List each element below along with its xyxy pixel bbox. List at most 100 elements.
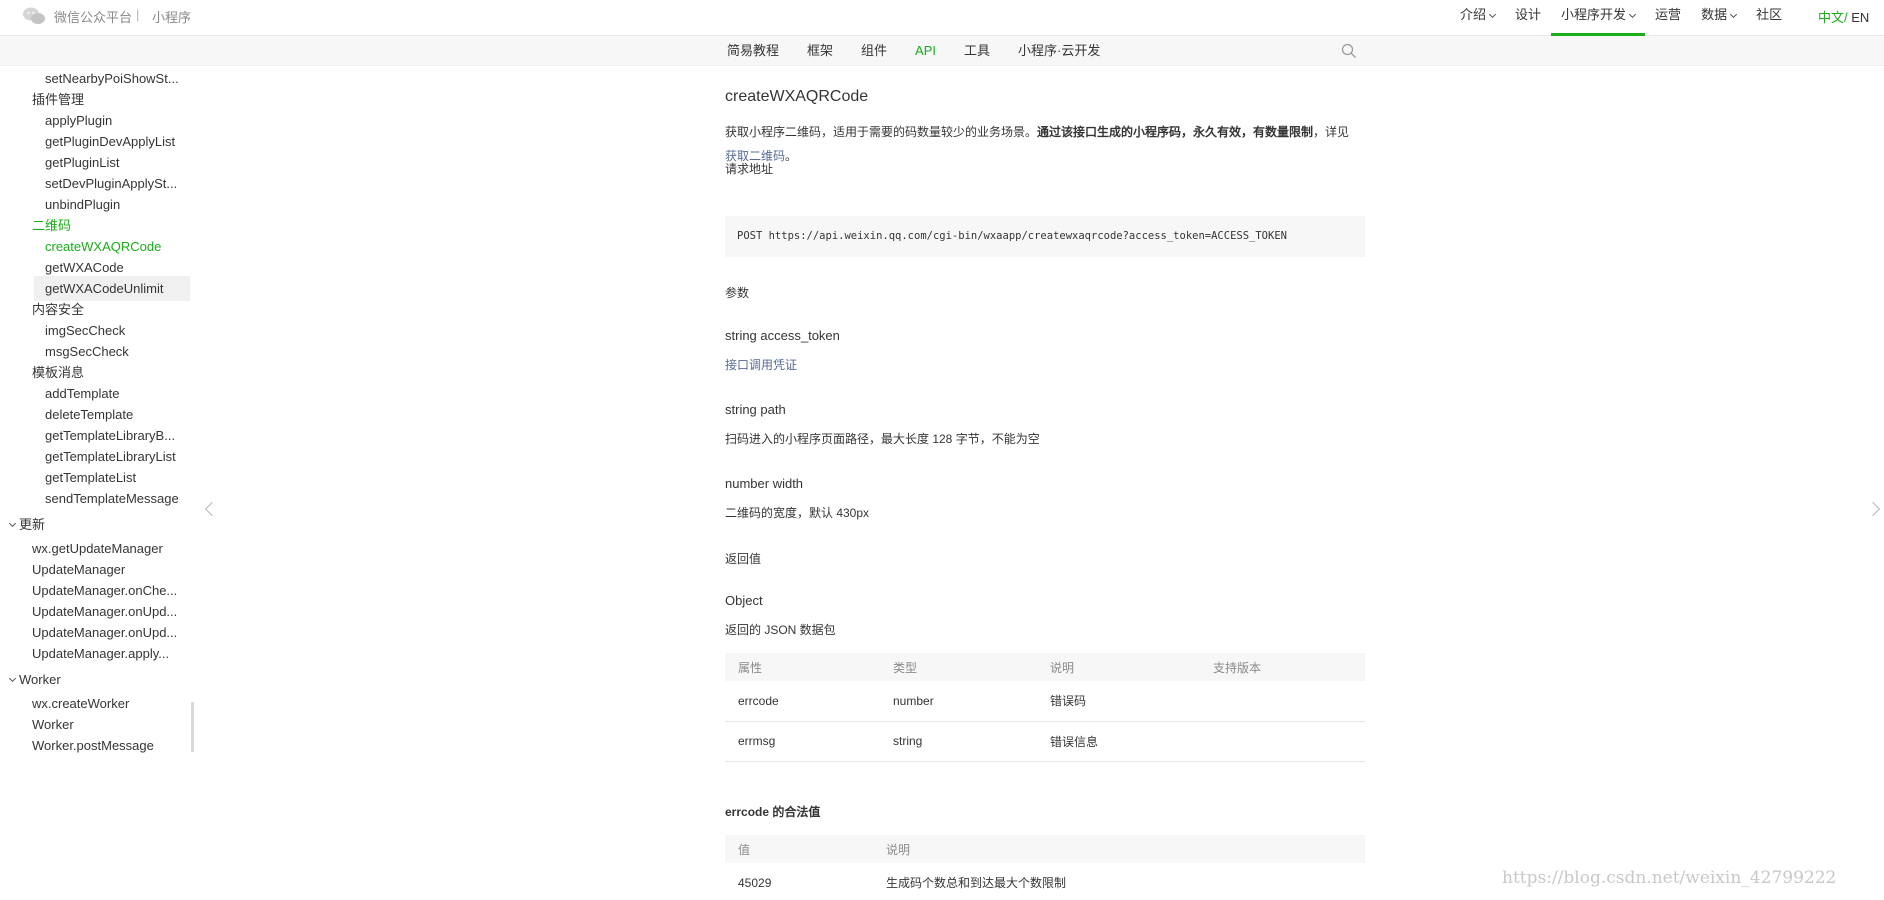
- top-nav-label: 社区: [1756, 7, 1783, 22]
- doc-tab[interactable]: 工具: [964, 36, 990, 66]
- table-header: 说明: [1037, 653, 1200, 681]
- api-sidebar: setNearbyPoiShowSt... 插件管理 applyPlugin getP…: [0, 66, 196, 900]
- search-icon[interactable]: [1341, 43, 1357, 59]
- return-label: 返回值: [725, 552, 762, 566]
- desc-text-2: ，详见: [1313, 125, 1350, 139]
- table-cell: errmsg: [725, 721, 880, 762]
- wechat-logo-icon[interactable]: [22, 6, 46, 26]
- sidebar-item-label: createWXAQRCode: [45, 239, 162, 254]
- doc-tab[interactable]: 小程序·云开发: [1018, 36, 1100, 66]
- sidebar-item-label: msgSecCheck: [45, 344, 129, 359]
- brand-separator: |: [136, 7, 140, 22]
- table-header: 说明: [873, 835, 1365, 863]
- sidebar-item[interactable]: Worker: [8, 667, 61, 692]
- top-nav-item[interactable]: 设计: [1505, 0, 1551, 36]
- sidebar-item-label: UpdateManager.onChe...: [32, 583, 178, 598]
- sidebar-item-label: 模板消息: [32, 365, 85, 380]
- sidebar-item-label: sendTemplateMessage: [45, 491, 179, 506]
- sidebar-item-label: 插件管理: [32, 92, 85, 107]
- language-switcher: 中文/ EN: [1818, 7, 1869, 26]
- table-cell: 45029: [725, 863, 873, 900]
- sidebar-item-label: getPluginList: [45, 155, 120, 170]
- sidebar-item-label: Worker: [32, 717, 74, 732]
- doc-tabs: 简易教程 框架 组件 API 工具 小程序·云开发: [727, 36, 1128, 66]
- sidebar-item-label: UpdateManager.apply...: [32, 646, 170, 661]
- brand-sub[interactable]: 小程序: [152, 7, 191, 26]
- brand-name[interactable]: 微信公众平台: [54, 7, 132, 26]
- table-row: errcode number 错误码: [725, 681, 1365, 722]
- doc-tab[interactable]: 简易教程: [727, 36, 779, 66]
- sidebar-item-label: 内容安全: [32, 302, 85, 317]
- table-row: errmsg string 错误信息: [725, 721, 1365, 762]
- doc-tab[interactable]: API: [915, 36, 936, 66]
- params-label: 参数: [725, 286, 750, 300]
- table-header: 类型: [880, 653, 1037, 681]
- request-url-label: 请求地址: [725, 162, 774, 176]
- chevron-down-icon: [1629, 10, 1637, 19]
- sidebar-item-label: 二维码: [32, 218, 72, 233]
- sidebar-item[interactable]: Worker.postMessage: [32, 733, 192, 758]
- chevron-down-icon: [8, 519, 17, 528]
- top-nav-item[interactable]: 小程序开发: [1551, 0, 1646, 36]
- sub-nav: 简易教程 框架 组件 API 工具 小程序·云开发: [0, 36, 1884, 66]
- desc-end: 。: [785, 149, 798, 163]
- page-title: createWXAQRCode: [725, 88, 869, 105]
- sidebar-item-label: getWXACodeUnlimit: [45, 281, 164, 296]
- sidebar-item-label: Worker: [19, 672, 61, 687]
- table-cell: 错误码: [1037, 681, 1200, 722]
- param-name: string access_token: [725, 328, 840, 343]
- top-nav-label: 小程序开发: [1561, 7, 1627, 22]
- return-desc: 返回的 JSON 数据包: [725, 623, 836, 637]
- doc-tab[interactable]: 组件: [861, 36, 887, 66]
- lang-en-link[interactable]: EN: [1851, 10, 1869, 25]
- sidebar-item-label: UpdateManager: [32, 562, 126, 577]
- sidebar-item-label: setNearbyPoiShowSt...: [45, 71, 179, 86]
- sidebar-item-label: addTemplate: [45, 386, 120, 401]
- table-cell: [1200, 721, 1365, 762]
- sidebar-item-label: getTemplateLibraryB...: [45, 428, 176, 443]
- top-nav-label: 数据: [1701, 7, 1728, 22]
- sidebar-item[interactable]: 更新: [8, 512, 45, 537]
- table-cell: errcode: [725, 681, 880, 722]
- desc-text: 获取小程序二维码，适用于需要的码数量较少的业务场景。: [725, 125, 1038, 139]
- param-desc: 扫码进入的小程序页面路径，最大长度 128 字节，不能为空: [725, 432, 1040, 446]
- param-name: string path: [725, 402, 786, 417]
- table-header: 属性: [725, 653, 880, 681]
- table-cell: 生成码个数总和到达最大个数限制: [873, 863, 1365, 900]
- prev-page-icon[interactable]: [204, 501, 220, 517]
- sidebar-item-label: UpdateManager.onUpd...: [32, 625, 178, 640]
- chevron-down-icon: [1488, 10, 1497, 19]
- sidebar-item-label: applyPlugin: [45, 113, 113, 128]
- sidebar-item-label: getPluginDevApplyList: [45, 134, 176, 149]
- sidebar-item[interactable]: UpdateManager.apply...: [32, 641, 192, 666]
- chevron-down-icon: [1730, 10, 1738, 19]
- watermark: https://blog.csdn.net/weixin_42799222: [1502, 868, 1837, 888]
- doc-tab[interactable]: 框架: [807, 36, 833, 66]
- return-table: 属性 类型 说明 支持版本 errcode number 错误码 errmsg string 错…: [725, 653, 1365, 762]
- sidebar-item[interactable]: sendTemplateMessage: [45, 486, 190, 511]
- param-desc-link[interactable]: 接口调用凭证: [725, 356, 797, 373]
- sidebar-item-label: setDevPluginApplySt...: [45, 176, 178, 191]
- sidebar-item-label: deleteTemplate: [45, 407, 134, 422]
- top-nav-item[interactable]: 介绍: [1450, 0, 1505, 36]
- sidebar-item-label: unbindPlugin: [45, 197, 121, 212]
- top-nav-item[interactable]: 数据: [1691, 0, 1746, 36]
- request-url-code: POST https://api.weixin.qq.com/cgi-bin/w…: [725, 216, 1365, 257]
- next-page-icon[interactable]: [1865, 501, 1881, 517]
- top-nav-label: 设计: [1515, 7, 1542, 22]
- top-nav-item[interactable]: 运营: [1645, 0, 1691, 36]
- chevron-down-icon: [8, 674, 17, 683]
- top-nav-item[interactable]: 社区: [1746, 0, 1792, 36]
- top-nav-label: 介绍: [1460, 7, 1487, 22]
- param-name: number width: [725, 476, 804, 491]
- return-type: Object: [725, 593, 763, 608]
- table-cell: string: [880, 721, 1037, 762]
- sidebar-item-label: getWXACode: [45, 260, 124, 275]
- lang-zh-link[interactable]: 中文: [1818, 10, 1844, 25]
- table-row: 45029 生成码个数总和到达最大个数限制: [725, 863, 1365, 900]
- errcode-title: errcode 的合法值: [725, 805, 821, 819]
- sidebar-item-label: getTemplateLibraryList: [45, 449, 176, 464]
- sidebar-item-label: imgSecCheck: [45, 323, 126, 338]
- top-header: 微信公众平台 | 小程序 介绍 设计 小程序开发 运营 数据 社区 中文/ EN: [0, 0, 1884, 36]
- sidebar-item-label: UpdateManager.onUpd...: [32, 604, 178, 619]
